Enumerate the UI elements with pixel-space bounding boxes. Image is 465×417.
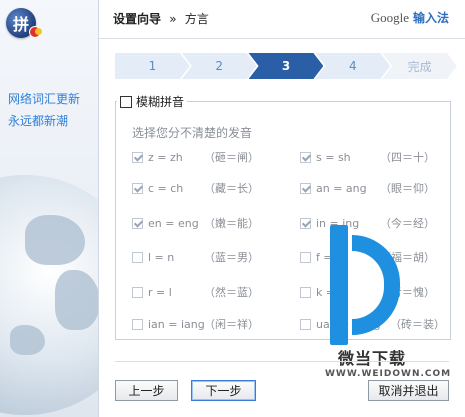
option-label: l = n bbox=[148, 250, 175, 264]
option-label: c = ch bbox=[148, 181, 184, 195]
globe-illustration bbox=[0, 175, 98, 415]
option-label: en = eng bbox=[148, 216, 199, 230]
slogan-line2: 永远都新潮 bbox=[8, 114, 69, 128]
brand: Google 输入法 bbox=[371, 9, 449, 26]
option-checkbox[interactable] bbox=[300, 318, 311, 330]
step-4: 4 bbox=[315, 53, 390, 79]
brand-ime: 输入法 bbox=[412, 11, 449, 25]
option-checkbox[interactable] bbox=[300, 251, 311, 263]
option-example: （砸＝闸） bbox=[204, 151, 259, 164]
option-checkbox[interactable] bbox=[132, 251, 143, 263]
step-1: 1 bbox=[115, 53, 190, 79]
option-ian-iang[interactable]: ian = iang （闲＝祥） bbox=[132, 316, 259, 332]
fuzzy-pinyin-title: 模糊拼音 bbox=[136, 95, 185, 109]
option-example: （眼＝仰） bbox=[380, 182, 435, 195]
option-checkbox[interactable] bbox=[132, 318, 143, 330]
watermark-url: WWW.WEIDOWN.COM bbox=[325, 369, 452, 379]
breadcrumb-root: 设置向导 bbox=[113, 12, 162, 26]
option-example: （藏＝长） bbox=[204, 182, 259, 195]
cancel-exit-button[interactable]: 取消并退出 bbox=[368, 380, 449, 401]
wizard-steps: 1 2 3 4 完成 bbox=[115, 53, 449, 79]
fuzzy-hint: 选择您分不清楚的发音 bbox=[132, 126, 253, 140]
brand-google: Google bbox=[370, 10, 409, 25]
footer-divider bbox=[115, 361, 449, 362]
option-l-n[interactable]: l = n （蓝＝男） bbox=[132, 249, 259, 265]
option-checkbox[interactable] bbox=[132, 217, 143, 229]
option-r-l[interactable]: r = l （然＝蓝） bbox=[132, 284, 259, 300]
fuzzy-pinyin-toggle[interactable]: 模糊拼音 bbox=[117, 93, 188, 110]
option-checkbox[interactable] bbox=[300, 151, 311, 163]
next-button[interactable]: 下一步 bbox=[191, 380, 256, 401]
option-example: （闲＝祥） bbox=[204, 318, 259, 331]
watermark-text: 微当下载 bbox=[338, 349, 407, 368]
option-checkbox[interactable] bbox=[132, 286, 143, 298]
option-z-zh[interactable]: z = zh （砸＝闸） bbox=[132, 149, 259, 165]
logo-char: 拼 bbox=[12, 15, 29, 34]
breadcrumb-separator: » bbox=[169, 12, 177, 26]
option-label: z = zh bbox=[148, 150, 183, 164]
weidown-logo-icon bbox=[330, 225, 410, 345]
header: 设置向导 » 方言 Google 输入法 bbox=[99, 0, 465, 39]
step-3-active: 3 bbox=[249, 53, 324, 79]
sidebar: 拼 网络词汇更新 永远都新潮 bbox=[0, 0, 99, 417]
breadcrumb: 设置向导 » 方言 bbox=[113, 10, 209, 27]
option-s-sh[interactable]: s = sh （四＝十） bbox=[300, 149, 435, 165]
step-finish: 完成 bbox=[382, 53, 457, 79]
prev-button[interactable]: 上一步 bbox=[115, 380, 178, 401]
option-label: r = l bbox=[148, 285, 172, 299]
option-checkbox[interactable] bbox=[300, 217, 311, 229]
option-example: （然＝蓝） bbox=[204, 286, 259, 299]
option-an-ang[interactable]: an = ang （眼＝仰） bbox=[300, 180, 435, 196]
option-example: （蓝＝男） bbox=[204, 251, 259, 264]
option-c-ch[interactable]: c = ch （藏＝长） bbox=[132, 180, 259, 196]
breadcrumb-current: 方言 bbox=[184, 12, 209, 26]
option-checkbox[interactable] bbox=[300, 286, 311, 298]
option-label: s = sh bbox=[316, 150, 351, 164]
slogan-line1: 网络词汇更新 bbox=[8, 92, 81, 106]
option-checkbox[interactable] bbox=[132, 151, 143, 163]
option-label: an = ang bbox=[316, 181, 367, 195]
step-2: 2 bbox=[182, 53, 257, 79]
logo-yellow-dot-icon bbox=[35, 28, 42, 35]
option-checkbox[interactable] bbox=[300, 182, 311, 194]
option-en-eng[interactable]: en = eng （嫩＝能） bbox=[132, 215, 259, 231]
option-example: （四＝十） bbox=[380, 151, 435, 164]
option-checkbox[interactable] bbox=[132, 182, 143, 194]
fuzzy-pinyin-checkbox[interactable] bbox=[120, 95, 132, 108]
option-label: ian = iang bbox=[148, 317, 205, 331]
option-example: （嫩＝能） bbox=[204, 217, 259, 230]
